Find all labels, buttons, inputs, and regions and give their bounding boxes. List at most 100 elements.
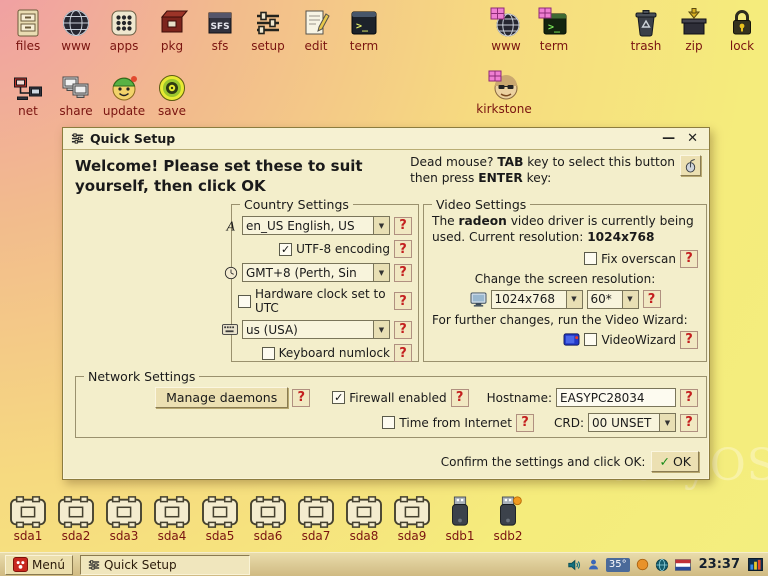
time-internet-checkbox[interactable] — [382, 416, 395, 429]
desktop-icon-sdb2[interactable]: sdb2 — [484, 491, 532, 543]
setup-icon — [252, 5, 284, 39]
kirkstone-icon — [488, 68, 520, 102]
titlebar[interactable]: Quick Setup — ✕ — [63, 128, 709, 150]
desktop-icon-files[interactable]: files — [4, 5, 52, 53]
resolution-help-button[interactable]: ? — [643, 290, 661, 308]
daemons-help-button[interactable]: ? — [292, 389, 310, 407]
crd-select[interactable]: 00 UNSET ▼ — [588, 413, 676, 432]
desktop-icon-pkg[interactable]: pkg — [148, 5, 196, 53]
desktop-icon-edit[interactable]: edit — [292, 5, 340, 53]
icon-label: sda5 — [206, 530, 235, 543]
ok-button[interactable]: ✓ OK — [651, 451, 699, 472]
firewall-help-button[interactable]: ? — [451, 389, 469, 407]
icon-label: edit — [304, 40, 327, 53]
numlock-help-button[interactable]: ? — [394, 344, 412, 362]
usb-icon — [445, 491, 475, 529]
system-tray: 35° 23:37 — [567, 557, 763, 572]
temperature-badge[interactable]: 35° — [606, 558, 630, 572]
desktop-icon-share[interactable]: share — [52, 70, 100, 118]
icon-label: sda6 — [254, 530, 283, 543]
desktop-icon-term[interactable]: >_term — [530, 5, 578, 53]
keyboard-help-button[interactable]: ? — [394, 321, 412, 339]
video-wizard-checkbox[interactable] — [584, 333, 597, 346]
desktop-icon-sda9[interactable]: sda9 — [388, 491, 436, 543]
icon-label: net — [18, 105, 38, 118]
desktop-icon-sda1[interactable]: sda1 — [4, 491, 52, 543]
firewall-checkbox[interactable]: ✓ — [332, 391, 345, 404]
desktop-icon-sda5[interactable]: sda5 — [196, 491, 244, 543]
keyboard-icon — [222, 324, 238, 335]
desktop-icon-sfs[interactable]: SFSsfs — [196, 5, 244, 53]
utf8-help-button[interactable]: ? — [394, 240, 412, 258]
network-globe-icon[interactable] — [655, 558, 669, 572]
video-wizard-label: VideoWizard — [601, 333, 676, 347]
manage-daemons-button[interactable]: Manage daemons — [155, 387, 288, 408]
frequency-select[interactable]: 60* ▼ — [587, 290, 639, 309]
utf8-checkbox[interactable]: ✓ — [279, 243, 292, 256]
desktop-icon-sdb1[interactable]: sdb1 — [436, 491, 484, 543]
desktop-icon-sda3[interactable]: sda3 — [100, 491, 148, 543]
cpu-meter-icon[interactable] — [748, 558, 763, 571]
resolution-select[interactable]: 1024x768 ▼ — [491, 290, 583, 309]
crd-help-button[interactable]: ? — [680, 414, 698, 432]
overscan-help-button[interactable]: ? — [680, 250, 698, 268]
desktop-icon-lock[interactable]: lock — [718, 5, 766, 53]
desktop-icon-zip[interactable]: zip — [670, 5, 718, 53]
hwclock-checkbox[interactable] — [238, 295, 251, 308]
dead-mouse-button[interactable] — [680, 155, 701, 176]
locale-select[interactable]: en_US English, US ▼ — [242, 216, 390, 235]
status-orb-icon[interactable] — [636, 558, 649, 571]
frequency-value: 60* — [588, 292, 622, 306]
taskbar-clock[interactable]: 23:37 — [697, 557, 742, 572]
user-icon[interactable] — [587, 558, 600, 571]
fix-overscan-checkbox[interactable] — [584, 252, 597, 265]
hostname-input[interactable]: EASYPC28034 — [556, 388, 676, 407]
svg-text:A: A — [226, 219, 236, 233]
time-help-button[interactable]: ? — [516, 414, 534, 432]
minimize-button[interactable]: — — [659, 132, 678, 145]
locale-help-button[interactable]: ? — [394, 217, 412, 235]
resolution-row: 1024x768 ▼ 60* ▼ ? — [470, 290, 661, 309]
keyboard-layout-select[interactable]: us (USA) ▼ — [242, 320, 390, 339]
icon-label: apps — [110, 40, 139, 53]
confirm-label: Confirm the settings and click OK: — [441, 455, 646, 469]
desktop-icon-net[interactable]: net — [4, 70, 52, 118]
desktop-icon-setup[interactable]: setup — [244, 5, 292, 53]
timezone-help-button[interactable]: ? — [394, 264, 412, 282]
timezone-row: GMT+8 (Perth, Sin ▼ ? — [224, 263, 412, 282]
network-settings-label: Network Settings — [84, 369, 199, 384]
net-icon — [12, 70, 44, 104]
menu-button[interactable]: Menú — [5, 555, 73, 575]
edit-icon — [300, 5, 332, 39]
desktop-icon-sda2[interactable]: sda2 — [52, 491, 100, 543]
drive-icon — [55, 491, 97, 529]
desktop-icon-sda7[interactable]: sda7 — [292, 491, 340, 543]
svg-text:SFS: SFS — [210, 22, 229, 32]
hwclock-help-button[interactable]: ? — [394, 292, 412, 310]
video-wizard-help-button[interactable]: ? — [680, 331, 698, 349]
desktop-icon-trash[interactable]: trash — [622, 5, 670, 53]
desktop-icon-save[interactable]: save — [148, 70, 196, 118]
desktop-icon-kirkstone[interactable]: kirkstone — [480, 68, 528, 116]
desktop-icon-sda8[interactable]: sda8 — [340, 491, 388, 543]
timezone-select[interactable]: GMT+8 (Perth, Sin ▼ — [242, 263, 390, 282]
taskbar-task-quick-setup[interactable]: Quick Setup — [80, 555, 250, 575]
volume-icon[interactable] — [567, 558, 581, 572]
desktop-icon-sda6[interactable]: sda6 — [244, 491, 292, 543]
hostname-help-button[interactable]: ? — [680, 389, 698, 407]
utf8-label: UTF-8 encoding — [296, 242, 390, 256]
menu-label: Menú — [32, 558, 65, 572]
sfs-icon: SFS — [204, 5, 236, 39]
icon-label: sda1 — [14, 530, 43, 543]
desktop-icon-sda4[interactable]: sda4 — [148, 491, 196, 543]
close-button[interactable]: ✕ — [684, 132, 701, 145]
desktop-icon-apps[interactable]: apps — [100, 5, 148, 53]
icon-label: kirkstone — [476, 103, 531, 116]
desktop-icon-term[interactable]: >_term — [340, 5, 388, 53]
desktop-icon-update[interactable]: update — [100, 70, 148, 118]
hwclock-row: Hardware clock set to UTC ? — [238, 287, 412, 315]
numlock-checkbox[interactable] — [262, 347, 275, 360]
desktop-icon-www[interactable]: www — [52, 5, 100, 53]
keyboard-layout-flag-icon[interactable] — [675, 559, 691, 571]
desktop-icon-www[interactable]: www — [482, 5, 530, 53]
